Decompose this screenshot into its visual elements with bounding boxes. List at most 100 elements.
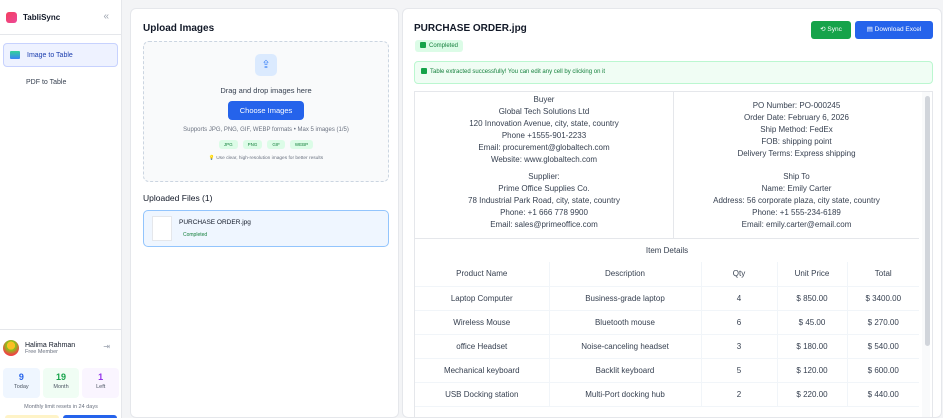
buyer-line[interactable]: Website: www.globaltech.com	[415, 154, 673, 166]
supplier-line[interactable]: Email: sales@primeoffice.com	[415, 219, 673, 231]
po-line[interactable]: Order Date: February 6, 2026	[674, 112, 919, 124]
po-line[interactable]: Ship Method: FedEx	[674, 124, 919, 136]
format-badge: PNG	[242, 140, 263, 149]
table-cell[interactable]: 5	[701, 358, 778, 383]
table-cell[interactable]: Business-grade laptop	[549, 286, 702, 311]
table-cell[interactable]: Backlit keyboard	[549, 358, 702, 383]
po-line[interactable]: Delivery Terms: Express shipping	[674, 148, 919, 160]
table-cell[interactable]: $ 600.00	[847, 358, 919, 383]
file-name: PURCHASE ORDER.jpg	[179, 219, 251, 226]
tip-label: Use clear, high-resolution images for be…	[216, 156, 324, 161]
supplier-line[interactable]: Supplier:	[415, 171, 673, 183]
table-cell[interactable]: $ 850.00	[777, 286, 848, 311]
app-name: TabliSync	[23, 12, 61, 22]
column-header[interactable]: Unit Price	[777, 262, 848, 287]
logout-icon[interactable]: ⇥	[103, 342, 110, 351]
limit-text: Monthly limit resets in 24 days	[24, 404, 98, 410]
table-cell[interactable]: $ 220.00	[777, 382, 848, 407]
result-title: PURCHASE ORDER.jpg	[414, 23, 527, 34]
table-cell[interactable]: Laptop Computer	[415, 286, 550, 311]
stat-label: Month	[53, 384, 69, 390]
shipto-line[interactable]: Email: emily.carter@email.com	[674, 219, 919, 231]
sync-button[interactable]: ⟲ Sync	[811, 21, 851, 39]
scrollbar-thumb[interactable]	[925, 96, 930, 346]
table-cell[interactable]: 2	[701, 382, 778, 407]
double-chevron-left-icon[interactable]: «	[103, 11, 109, 22]
po-line[interactable]: FOB: shipping point	[674, 136, 919, 148]
column-divider	[673, 92, 674, 238]
sidebar-nav: Image to Table PDF to Table	[0, 34, 121, 105]
table-row: Mechanical keyboard Backlit keyboard 5 $…	[415, 358, 919, 383]
table-cell[interactable]: $ 440.00	[847, 382, 919, 407]
table-cell[interactable]: $ 120.00	[777, 358, 848, 383]
shipto-line[interactable]: Address: 56 corporate plaza, city state,…	[674, 195, 919, 207]
format-badges: JPG PNG GIF WEBP	[144, 140, 388, 149]
table-cell[interactable]: 4	[701, 286, 778, 311]
user-panel: Halima Rahman Free Member ⇥ 9 Today 19 M…	[0, 329, 122, 418]
buyer-line[interactable]: 120 Innovation Avenue, city, state, coun…	[415, 118, 673, 130]
status-label: Completed	[429, 43, 459, 49]
table-cell[interactable]: office Headset	[415, 334, 550, 359]
drop-zone[interactable]: ⇪ Drag and drop images here Choose Image…	[143, 41, 389, 182]
table-cell[interactable]: $ 45.00	[777, 310, 848, 335]
download-excel-button[interactable]: ▤ Download Excel	[855, 21, 933, 39]
uploaded-files-title: Uploaded Files (1)	[143, 193, 213, 203]
user-row: Halima Rahman Free Member ⇥	[3, 336, 119, 360]
supplier-line[interactable]: Prime Office Supplies Co.	[415, 183, 673, 195]
column-header[interactable]: Product Name	[415, 262, 550, 287]
table-cell[interactable]: USB Docking station	[415, 382, 550, 407]
cloud-upload-icon: ⇪	[255, 54, 277, 76]
status-badge: Completed	[415, 40, 464, 52]
shipto-line[interactable]: Name: Emily Carter	[674, 183, 919, 195]
document-icon: ▤	[866, 26, 873, 33]
table-cell[interactable]: Noise-canceling headset	[549, 334, 702, 359]
shipto-line[interactable]: Ship To	[674, 171, 919, 183]
choose-images-button[interactable]: Choose Images	[227, 101, 305, 120]
table-cell[interactable]: Multi-Port docking hub	[549, 382, 702, 407]
format-badge: GIF	[267, 140, 285, 149]
table-row: Wireless Mouse Bluetooth mouse 6 $ 45.00…	[415, 310, 919, 335]
table-cell[interactable]: Wireless Mouse	[415, 310, 550, 335]
sidebar-item-image-to-table[interactable]: Image to Table	[3, 43, 118, 67]
lightbulb-icon: 💡	[208, 156, 215, 161]
sync-label: Sync	[827, 26, 842, 33]
po-block: PO Number: PO-000245 Order Date: Februar…	[674, 100, 919, 160]
table-cell[interactable]: $ 270.00	[847, 310, 919, 335]
stat-month: 19 Month	[42, 368, 80, 398]
image-icon	[10, 51, 20, 59]
column-header[interactable]: Description	[549, 262, 702, 287]
buyer-line[interactable]: Global Tech Solutions Ltd	[415, 106, 673, 118]
user-role: Free Member	[25, 348, 59, 355]
uploaded-file-item[interactable]: PURCHASE ORDER.jpg Completed	[143, 210, 389, 247]
stat-value: 1	[98, 372, 104, 382]
po-line[interactable]: PO Number: PO-000245	[674, 100, 919, 112]
check-icon	[421, 68, 427, 74]
supplier-line[interactable]: 78 Industrial Park Road, city, state, co…	[415, 195, 673, 207]
sync-icon: ⟲	[820, 26, 826, 33]
shipto-line[interactable]: Phone: +1 555-234-6189	[674, 207, 919, 219]
column-header[interactable]: Total	[847, 262, 919, 287]
check-icon	[420, 42, 426, 48]
column-header[interactable]: Qty	[701, 262, 778, 287]
sidebar-item-label: PDF to Table	[26, 78, 67, 86]
sidebar-item-pdf-to-table[interactable]: PDF to Table	[3, 70, 118, 94]
buyer-line[interactable]: Buyer	[415, 94, 673, 106]
buyer-line[interactable]: Phone +1555-901-2233	[415, 130, 673, 142]
table-cell[interactable]: $ 540.00	[847, 334, 919, 359]
success-alert: Table extracted successfully! You can ed…	[414, 61, 933, 84]
tip-text: 💡 Use clear, high-resolution images for …	[144, 156, 388, 161]
stat-left: 1 Left	[82, 368, 120, 398]
table-cell[interactable]: 6	[701, 310, 778, 335]
table-cell[interactable]: Bluetooth mouse	[549, 310, 702, 335]
table-row: USB Docking station Multi-Port docking h…	[415, 382, 919, 407]
stat-label: Left	[96, 384, 106, 390]
table-cell[interactable]: 3	[701, 334, 778, 359]
format-badge: JPG	[218, 140, 238, 149]
table-cell[interactable]: $ 3400.00	[847, 286, 919, 311]
supplier-line[interactable]: Phone: +1 666 778 9900	[415, 207, 673, 219]
stat-value: 9	[18, 372, 24, 382]
buyer-line[interactable]: Email: procurement@globaltech.com	[415, 142, 673, 154]
items-table: Product Name Description Qty Unit Price …	[415, 262, 919, 407]
table-cell[interactable]: Mechanical keyboard	[415, 358, 550, 383]
table-cell[interactable]: $ 180.00	[777, 334, 848, 359]
